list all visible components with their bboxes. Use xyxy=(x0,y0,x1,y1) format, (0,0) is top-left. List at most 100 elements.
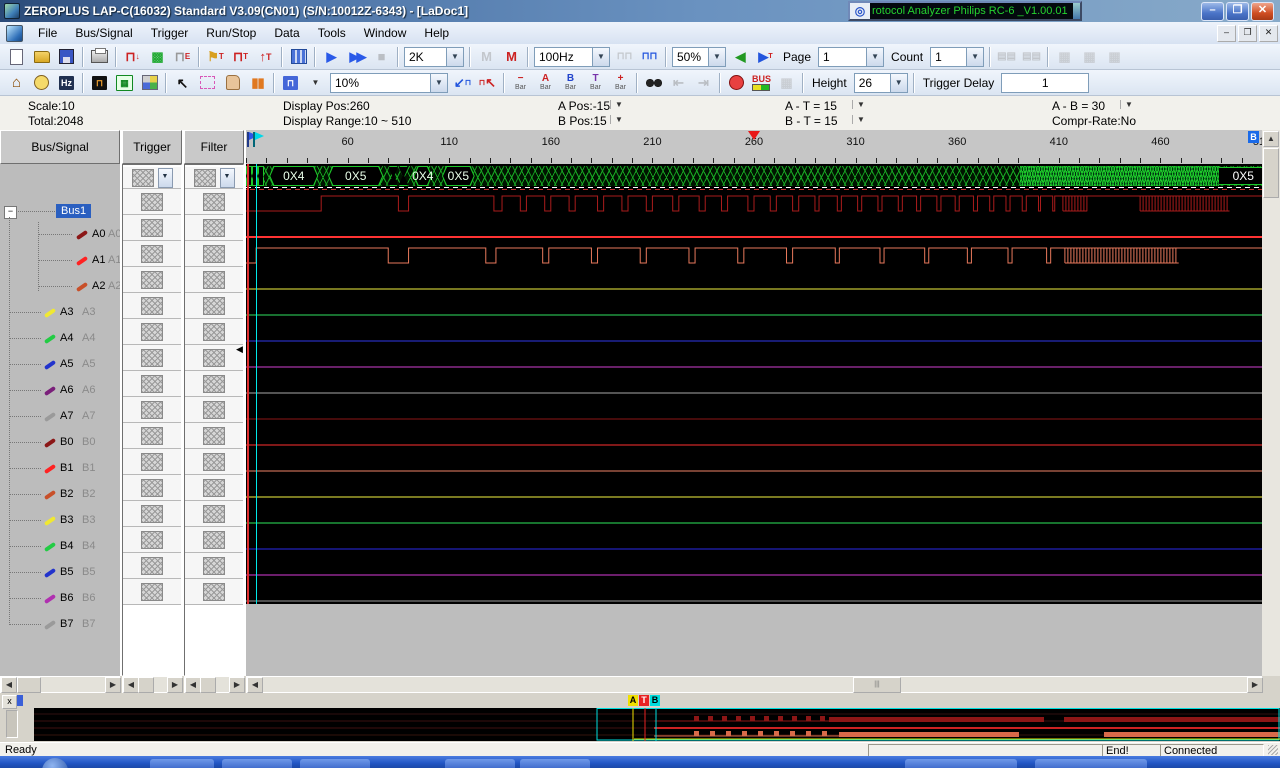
navigator-window-button[interactable] xyxy=(137,72,162,94)
memory-page-right-button[interactable]: M xyxy=(499,46,524,68)
trigger-delay-input[interactable]: 1 xyxy=(1001,72,1090,93)
count-combo[interactable]: 1 ▼ xyxy=(930,46,985,67)
display-ratio-combo[interactable]: 50% ▼ xyxy=(672,46,726,67)
taskbar-button[interactable] xyxy=(905,759,1017,768)
bar-trigger-button[interactable]: ⚑ T xyxy=(203,46,228,68)
combo-dropdown-arrow[interactable]: ▼ xyxy=(866,47,884,66)
filter-cell-B1[interactable] xyxy=(185,423,243,449)
navigator-zoom-slider[interactable] xyxy=(6,710,18,738)
menu-file[interactable]: File xyxy=(29,23,66,43)
trigger-cell-A2[interactable] xyxy=(123,241,181,267)
signal-row-A0[interactable]: A0 A0 xyxy=(0,222,120,248)
b-bar-marker-line[interactable] xyxy=(256,164,257,604)
pattern-trigger-button[interactable]: ⊓ T xyxy=(228,46,253,68)
clock-button[interactable] xyxy=(29,72,54,94)
taskbar-button[interactable] xyxy=(150,759,214,768)
signal-row-B0[interactable]: B0 B0 xyxy=(0,430,120,456)
vertical-scrollbar[interactable]: ▲ ▼ xyxy=(1262,130,1280,694)
trigger-cell-B0[interactable] xyxy=(123,397,181,423)
waveform-ruler[interactable]: 60110160210260310360410460510B xyxy=(246,130,1262,165)
signal-row-A6[interactable]: A6 A6 xyxy=(0,378,120,404)
navigator-close-button[interactable]: x xyxy=(2,695,17,709)
waveform-mode-dropdown[interactable]: ▼ xyxy=(303,72,328,94)
a-t-dropdown[interactable]: ▼ xyxy=(852,100,865,109)
signal-row-B6[interactable]: B6 B6 xyxy=(0,586,120,612)
repeat-run-button[interactable]: ▶▶ xyxy=(344,46,369,68)
save-file-button[interactable] xyxy=(54,46,79,68)
signal-row-A4[interactable]: A4 A4 xyxy=(0,326,120,352)
trigger-cell-A0[interactable] xyxy=(123,189,181,215)
signal-row-A1[interactable]: A1 A1 xyxy=(0,248,120,274)
filter-cell-B0[interactable] xyxy=(185,397,243,423)
navigator-marker-T[interactable]: T xyxy=(639,695,649,706)
taskbar-button[interactable] xyxy=(222,759,292,768)
sampling-frequency-combo[interactable]: 100Hz ▼ xyxy=(534,46,610,67)
trigger-mark-button[interactable]: ↑ T xyxy=(253,46,278,68)
windows-taskbar[interactable] xyxy=(0,756,1280,768)
menu-help[interactable]: Help xyxy=(415,23,458,43)
height-combo[interactable]: 26 ▼ xyxy=(853,72,908,93)
start-orb[interactable] xyxy=(42,758,68,768)
combo-dropdown-arrow[interactable]: ▼ xyxy=(592,47,609,66)
trigger-cell-A3[interactable] xyxy=(123,267,181,293)
signal-row-A3[interactable]: A3 A3 xyxy=(0,300,120,326)
bar-chart-button[interactable]: ▮▮ xyxy=(245,72,270,94)
filter-cell-B6[interactable] xyxy=(185,553,243,579)
zoom-out-button[interactable]: ⊓ ↖ xyxy=(475,72,500,94)
module3-button[interactable]: ▦ xyxy=(1102,46,1127,68)
filter-cell-A5[interactable] xyxy=(185,319,243,345)
new-file-button[interactable] xyxy=(4,46,29,68)
combo-dropdown-arrow[interactable]: ▼ xyxy=(446,47,463,66)
pulse-width-trigger-button[interactable]: ⊓ E xyxy=(170,46,195,68)
menu-data[interactable]: Data xyxy=(265,23,308,43)
resize-grip[interactable] xyxy=(1268,745,1278,755)
prev-edge-button[interactable]: ⇤ xyxy=(666,72,691,94)
trigger-cell-A7[interactable] xyxy=(123,371,181,397)
trigger-cell-B2[interactable] xyxy=(123,449,181,475)
a-b-dropdown[interactable]: ▼ xyxy=(1120,100,1133,109)
taskbar-button[interactable] xyxy=(520,759,590,768)
signal-row-B7[interactable]: B7 B7 xyxy=(0,612,120,638)
module1-button[interactable]: ▦ xyxy=(1052,46,1077,68)
next-trigger-page-button[interactable]: ▶ T xyxy=(753,46,778,68)
signal-row-A7[interactable]: A7 A7 xyxy=(0,404,120,430)
bus1-label[interactable]: Bus1 xyxy=(56,204,92,218)
trigger-position-marker[interactable] xyxy=(748,131,760,140)
next-edge-button[interactable]: ⇥ xyxy=(691,72,716,94)
waveform-mode-button[interactable]: ⊓ xyxy=(278,72,303,94)
menu-trigger[interactable]: Trigger xyxy=(142,23,198,43)
dropdown-arrow[interactable]: ▼ xyxy=(157,167,173,188)
trigger-cell-A4[interactable] xyxy=(123,293,181,319)
dropdown-arrow[interactable]: ▼ xyxy=(219,167,235,188)
bus-analyze-button[interactable]: ▦ xyxy=(774,72,799,94)
bus-property-button[interactable]: BUS xyxy=(749,72,774,94)
stop-button[interactable]: ■ xyxy=(369,46,394,68)
add-bar-button[interactable]: + Bar xyxy=(608,72,633,94)
minus-bar-button[interactable]: − Bar xyxy=(508,72,533,94)
signal-row-B3[interactable]: B3 B3 xyxy=(0,508,120,534)
channel-setup-button[interactable]: ▩ xyxy=(145,46,170,68)
scroll-up-arrow[interactable]: ▲ xyxy=(1263,131,1279,147)
filter-cell-A2[interactable] xyxy=(185,241,243,267)
filter-cell-A7[interactable] xyxy=(185,371,243,397)
trigger-cell-A6[interactable] xyxy=(123,345,181,371)
restore-button[interactable]: ❐ xyxy=(1226,2,1249,21)
b-bar-flag[interactable] xyxy=(253,132,265,147)
protocol-analyzer-window[interactable]: ◎ rotocol Analyzer Philips RC-6 _V1.00.0… xyxy=(848,1,1082,21)
bus1-expand-box[interactable]: − xyxy=(4,206,17,219)
a-pos-dropdown[interactable]: ▼ xyxy=(610,100,623,109)
trigger-cell-bus1[interactable]: ▼ xyxy=(123,167,181,189)
find-button[interactable] xyxy=(641,72,666,94)
pointer-tool-button[interactable]: ↖ xyxy=(170,72,195,94)
trigger-cell-B3[interactable] xyxy=(123,475,181,501)
panel-collapse-handle[interactable]: ◀ xyxy=(236,344,243,355)
combo-dropdown-arrow[interactable]: ▼ xyxy=(708,47,725,66)
filter-cell-A4[interactable] xyxy=(185,293,243,319)
memory-page-left-button[interactable]: M xyxy=(474,46,499,68)
sampling-setup-button[interactable]: ⊓ ↓ xyxy=(120,46,145,68)
trigger-cell-B4[interactable] xyxy=(123,501,181,527)
select-tool-button[interactable] xyxy=(195,72,220,94)
async-clock-button[interactable]: ⊓⊓ xyxy=(612,46,637,68)
filter-cell-B5[interactable] xyxy=(185,527,243,553)
signal-row-B5[interactable]: B5 B5 xyxy=(0,560,120,586)
